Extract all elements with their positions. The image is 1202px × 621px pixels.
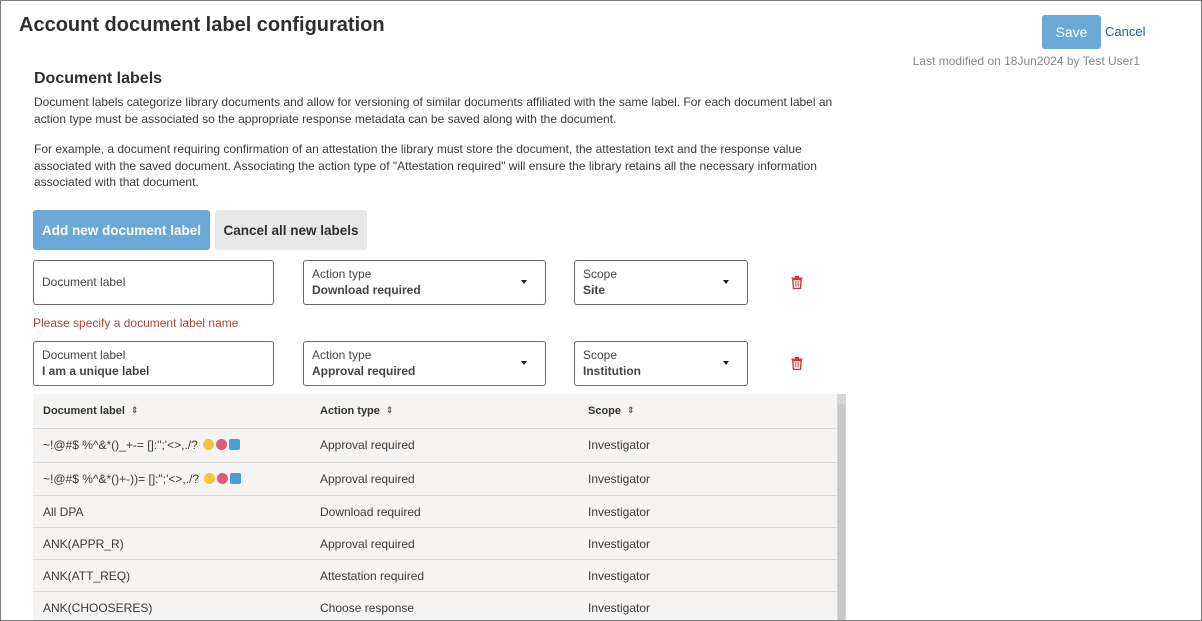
chevron-down-icon	[521, 361, 527, 365]
last-modified-text: Last modified on 18Jun2024 by Test User1	[912, 54, 1140, 68]
page-title: Account document label configuration	[19, 14, 385, 36]
cell-action-type: Download required	[320, 505, 421, 519]
cell-document-label: ANK(APPR_R)	[43, 537, 124, 551]
column-header-scope[interactable]: Scope ⇕	[588, 405, 635, 417]
sort-icon[interactable]: ⇕	[386, 405, 394, 416]
table-row[interactable]: ANK(ATT_REQ) Attestation required Invest…	[33, 560, 837, 592]
column-header-action-type[interactable]: Action type ⇕	[320, 405, 393, 417]
table-row[interactable]: All DPA Download required Investigator	[33, 496, 837, 528]
field-value: Approval required	[312, 364, 416, 378]
cell-action-type: Attestation required	[320, 569, 425, 583]
sort-icon[interactable]: ⇕	[627, 405, 635, 416]
field-label: Scope	[583, 267, 618, 281]
cell-scope: Investigator	[588, 505, 651, 519]
chevron-down-icon	[723, 361, 729, 365]
table-row[interactable]: ANK(CHOOSERES) Choose response Investiga…	[33, 592, 837, 620]
page-frame: Account document label configuration Sav…	[0, 0, 1202, 621]
field-label: Document label	[42, 348, 126, 362]
description-paragraph-1: Document labels categorize library docum…	[34, 95, 833, 126]
column-header-text: Action type	[320, 405, 380, 417]
chevron-down-icon	[723, 280, 729, 284]
document-labels-table: Document label ⇕ Action type ⇕ Scope ⇕ ~!@#…	[33, 394, 846, 620]
field-value: Download required	[312, 283, 421, 297]
scope-select-2[interactable]: Scope Institution	[574, 341, 748, 386]
cell-scope: Investigator	[588, 537, 651, 551]
cell-scope: Investigator	[588, 472, 651, 486]
description-paragraph-2: For example, a document requiring confir…	[34, 142, 817, 189]
column-header-text: Scope	[588, 405, 622, 417]
scrollbar-thumb[interactable]	[838, 404, 845, 620]
trash-icon[interactable]	[791, 357, 803, 370]
cell-text: ~!@#$ %^&*()_+-= []:";'<>,./?	[43, 438, 198, 452]
emoji-icon	[217, 473, 229, 484]
section-title: Document labels	[34, 70, 163, 87]
cancel-all-new-labels-button[interactable]: Cancel all new labels	[215, 210, 367, 250]
cell-scope: Investigator	[588, 438, 651, 452]
cell-document-label: ANK(ATT_REQ)	[43, 569, 131, 583]
field-value: Site	[583, 283, 606, 297]
table-row[interactable]: ~!@#$ %^&*()_+-= []:";'<>,./? Approval r…	[33, 429, 837, 463]
sort-icon[interactable]: ⇕	[131, 405, 139, 416]
document-label-input-1[interactable]: Document label	[33, 260, 274, 305]
cancel-link[interactable]: Cancel	[1105, 24, 1145, 39]
column-header-document-label[interactable]: Document label ⇕	[43, 405, 138, 417]
cell-action-type: Approval required	[320, 472, 415, 486]
cell-scope: Investigator	[588, 601, 651, 615]
table-row[interactable]: ~!@#$ %^&*()+-))= []:";'<>,./? Approval …	[33, 463, 837, 496]
cell-text: ~!@#$ %^&*()+-))= []:";'<>,./?	[43, 472, 200, 486]
table-scrollbar[interactable]	[837, 394, 846, 620]
emoji-icon	[204, 473, 216, 484]
scope-select-1[interactable]: Scope Site	[574, 260, 748, 305]
document-label-error: Please specify a document label name	[33, 316, 239, 330]
cell-scope: Investigator	[588, 569, 651, 583]
emoji-icon	[216, 439, 228, 450]
action-type-select-2[interactable]: Action type Approval required	[303, 341, 546, 386]
emoji-icon	[203, 439, 215, 450]
cell-document-label: ANK(CHOOSERES)	[43, 601, 153, 615]
document-label-input-2[interactable]: Document label I am a unique label	[33, 341, 274, 386]
cell-document-label: All DPA	[43, 505, 84, 519]
save-button[interactable]: Save	[1042, 15, 1101, 49]
add-new-document-label-button[interactable]: Add new document label	[33, 210, 210, 250]
emoji-icon	[229, 439, 241, 450]
cell-document-label: ~!@#$ %^&*()_+-= []:";'<>,./?	[43, 438, 241, 452]
field-label: Document label	[42, 275, 126, 289]
trash-icon[interactable]	[791, 276, 803, 289]
action-type-select-1[interactable]: Action type Download required	[303, 260, 546, 305]
cell-action-type: Approval required	[320, 537, 415, 551]
field-label: Scope	[583, 348, 618, 362]
cell-action-type: Choose response	[320, 601, 415, 615]
column-header-text: Document label	[43, 405, 125, 417]
field-label: Action type	[312, 267, 372, 281]
field-value: I am a unique label	[42, 364, 150, 378]
table-header: Document label ⇕ Action type ⇕ Scope ⇕	[33, 394, 837, 429]
table-row[interactable]: ANK(APPR_R) Approval required Investigat…	[33, 528, 837, 560]
field-label: Action type	[312, 348, 372, 362]
emoji-icon	[230, 473, 242, 484]
cell-document-label: ~!@#$ %^&*()+-))= []:";'<>,./?	[43, 472, 242, 486]
field-value: Institution	[583, 364, 641, 378]
cell-action-type: Approval required	[320, 438, 415, 452]
chevron-down-icon	[521, 280, 527, 284]
